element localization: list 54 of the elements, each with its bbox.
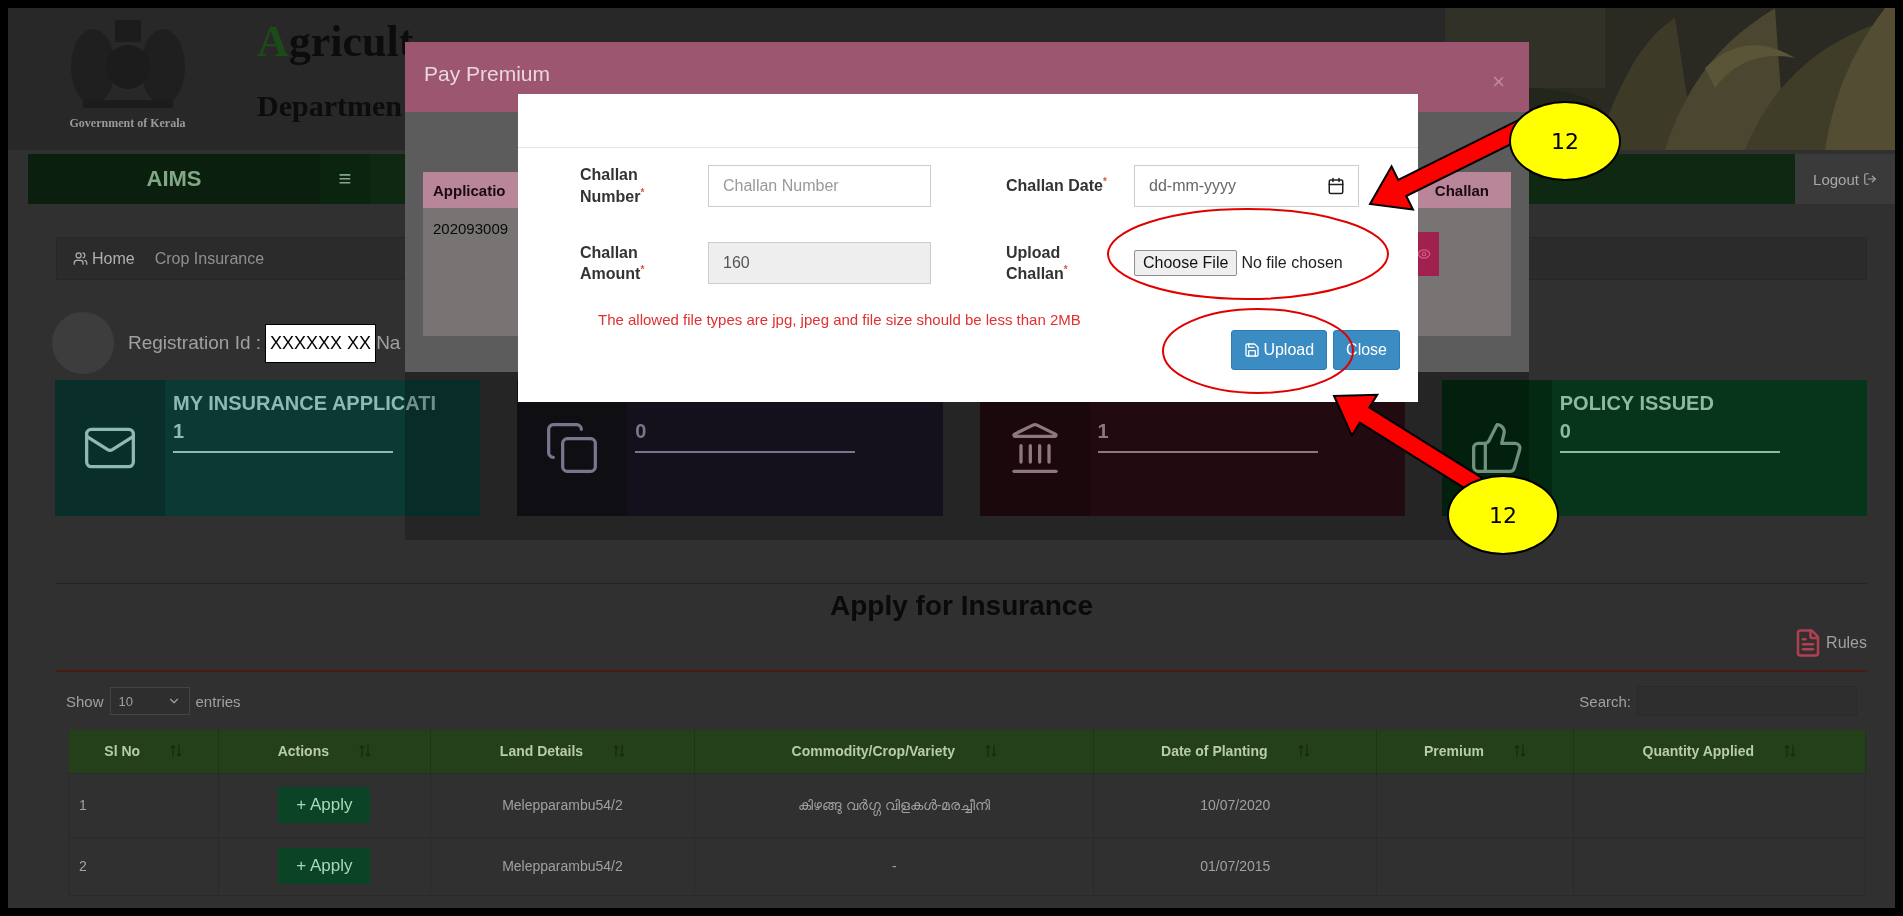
card-label: POLICY ISSUED bbox=[1559, 392, 1714, 414]
search-label: Search: bbox=[1579, 692, 1631, 710]
save-icon bbox=[1244, 342, 1261, 359]
calendar-icon[interactable] bbox=[1327, 176, 1345, 195]
field-label: Upload Challan$^{*}$ bbox=[1006, 242, 1069, 285]
modal-title: Pay Premium bbox=[424, 62, 551, 86]
people-icon bbox=[73, 251, 88, 266]
column-header[interactable]: Land Details bbox=[430, 730, 695, 773]
logout-button[interactable]: Logout bbox=[1795, 154, 1895, 204]
column-header[interactable]: Premium bbox=[1376, 730, 1573, 773]
table-cell: 1 bbox=[68, 773, 219, 837]
breadcrumb-link[interactable]: Crop Insurance bbox=[154, 249, 265, 268]
choose-file-button[interactable]: Choose File bbox=[1134, 250, 1238, 277]
table-cell: 2 bbox=[68, 837, 219, 895]
table-cell-text: 202093009 bbox=[433, 220, 509, 239]
apply-button[interactable]: + Apply bbox=[278, 848, 371, 884]
file-status: No file chosen bbox=[1241, 254, 1343, 273]
table-cell: കിഴങ്ങു വർഗ്ഗ വിളകൾ-മരച്ചീനി bbox=[694, 773, 1094, 837]
column-header[interactable]: Actions bbox=[218, 730, 431, 773]
field-label: Challan Date$^{*}$ bbox=[1006, 174, 1108, 197]
registration-id: XXXXXX XX bbox=[265, 323, 377, 363]
column-header[interactable]: Commodity/Crop/Variety bbox=[694, 730, 1094, 773]
upload-button[interactable]: Upload bbox=[1231, 330, 1328, 371]
column-header[interactable]: Sl No bbox=[68, 730, 219, 773]
show-label: Show bbox=[66, 692, 104, 710]
text-field[interactable]: Challan Number bbox=[708, 164, 931, 207]
breadcrumb-link[interactable]: Home bbox=[73, 249, 135, 268]
table-cell: Melepparambu54/2 bbox=[430, 773, 695, 837]
rules-link[interactable]: Rules bbox=[1793, 628, 1867, 658]
apply-button[interactable]: + Apply bbox=[278, 787, 371, 823]
table-cell: 01/07/2015 bbox=[1093, 837, 1377, 895]
column-header[interactable]: Quantity Applied bbox=[1573, 730, 1866, 773]
table-cell: - bbox=[694, 837, 1094, 895]
column-header[interactable]: Date of Planting bbox=[1093, 730, 1377, 773]
registration-label: Registration Id : bbox=[128, 332, 262, 354]
date-field[interactable]: dd-mm-yyyy bbox=[1134, 164, 1359, 207]
brand-name[interactable]: AIMS bbox=[28, 154, 320, 204]
card-value: 0 bbox=[635, 420, 856, 453]
card-label: MY INSURANCE APPLICATI bbox=[173, 392, 436, 414]
page-size-select[interactable]: 10 bbox=[109, 687, 190, 715]
org-name: Government of Kerala bbox=[69, 116, 186, 131]
callout-badge: 12 bbox=[1447, 475, 1559, 555]
card-value: 1 bbox=[1097, 420, 1318, 453]
card-value: 0 bbox=[1559, 420, 1780, 453]
table-cell: 10/07/2020 bbox=[1093, 773, 1377, 837]
eye-icon bbox=[1417, 247, 1431, 261]
field-label: Challan Amount$^{*}$ bbox=[580, 242, 646, 285]
name-label: Na bbox=[376, 332, 401, 354]
table-cell: Melepparambu54/2 bbox=[430, 837, 695, 895]
logout-icon bbox=[1862, 172, 1877, 186]
menu-button[interactable]: ≡ bbox=[320, 154, 370, 204]
card-value: 1 bbox=[173, 420, 393, 453]
entries-label: entries bbox=[195, 692, 241, 710]
file-note: The allowed file types are jpg, jpeg and file size should be less than 2MB bbox=[597, 310, 1082, 329]
